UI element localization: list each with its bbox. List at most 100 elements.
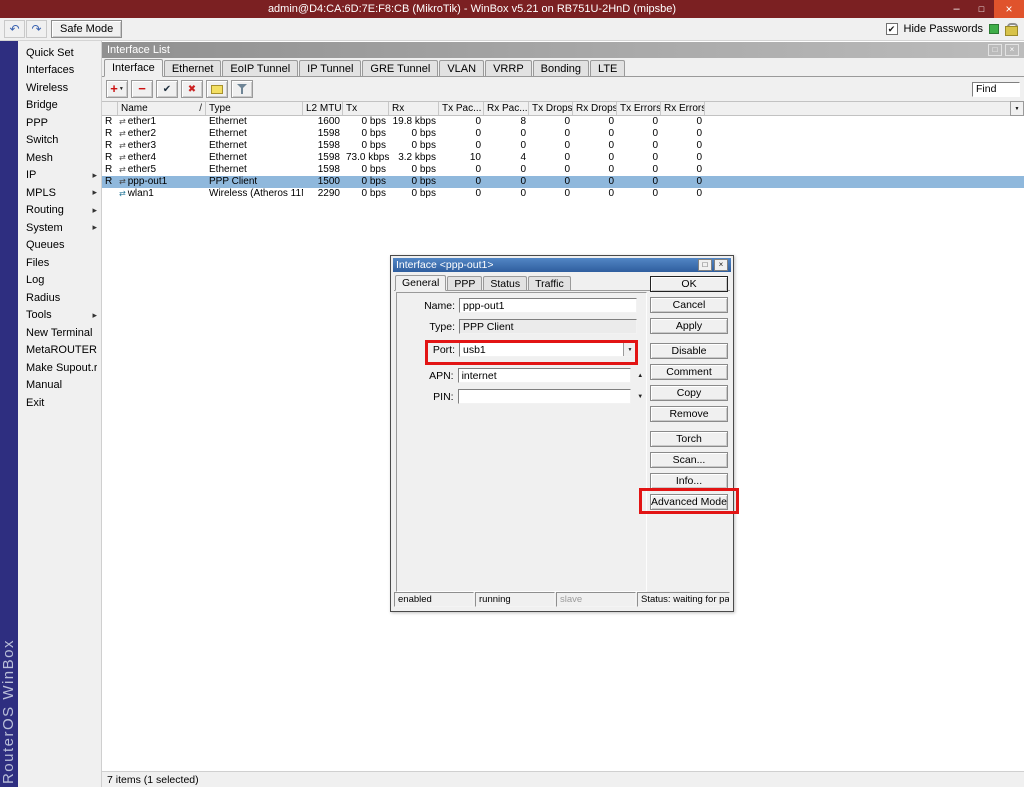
interface-row-wlan1[interactable]: ⇄wlan1Wireless (Atheros 11N)22900 bps0 b… [102,188,1024,200]
connection-status-icon [989,24,999,34]
remove-interface-button[interactable]: − [131,80,153,98]
cell-tx_errors: 0 [617,164,661,176]
disable-button[interactable]: Disable [650,343,728,359]
torch-button[interactable]: Torch [650,431,728,447]
interface-row-ether2[interactable]: R⇄ether2Ethernet15980 bps0 bps000000 [102,128,1024,140]
dialog-close-button[interactable]: × [714,259,728,271]
expand-section-button[interactable]: ▼ [634,394,646,400]
dialog-tab-status[interactable]: Status [483,276,527,290]
port-select[interactable]: usb1 ▼ [459,342,637,357]
cell-rx_errors: 0 [661,176,705,188]
sidebar-item-manual[interactable]: Manual [18,377,101,395]
dialog-titlebar[interactable]: Interface <ppp-out1> □ × [393,258,731,272]
sidebar-item-metarouter[interactable]: MetaROUTER [18,342,101,360]
cancel-button[interactable]: Cancel [650,297,728,313]
sidebar-item-queues[interactable]: Queues [18,237,101,255]
advanced-mode-button[interactable]: Advanced Mode [650,494,728,510]
dialog-tab-ppp[interactable]: PPP [447,276,482,290]
column-header-rx_errors[interactable]: Rx Errors [661,102,705,115]
interface-row-ether5[interactable]: R⇄ether5Ethernet15980 bps0 bps000000 [102,164,1024,176]
info-button[interactable]: Info... [650,473,728,489]
interface-row-ether1[interactable]: R⇄ether1Ethernet16000 bps19.8 kbps080000 [102,116,1024,128]
sidebar-item-interfaces[interactable]: Interfaces [18,62,101,80]
sidebar-item-new-terminal[interactable]: New Terminal [18,324,101,342]
scan-button[interactable]: Scan... [650,452,728,468]
sidebar-item-ppp[interactable]: PPP [18,114,101,132]
sidebar-item-switch[interactable]: Switch [18,132,101,150]
collapse-section-button[interactable]: ▲ [634,373,646,379]
interface-row-ether3[interactable]: R⇄ether3Ethernet15980 bps0 bps000000 [102,140,1024,152]
apn-input[interactable]: internet [458,368,632,383]
sidebar-item-mpls[interactable]: MPLS▸ [18,184,101,202]
column-header-tx_errors[interactable]: Tx Errors [617,102,661,115]
column-header-rx_drops[interactable]: Rx Drops [573,102,617,115]
interface-list-close-button[interactable]: × [1005,44,1019,56]
copy-button[interactable]: Copy [650,385,728,401]
column-header-flag[interactable] [102,102,118,115]
comment-button[interactable] [206,80,228,98]
column-header-name[interactable]: Name/ [118,102,206,115]
find-input[interactable]: Find [972,82,1020,97]
interface-row-ether4[interactable]: R⇄ether4Ethernet159873.0 kbps3.2 kbps104… [102,152,1024,164]
dialog-maximize-button[interactable]: □ [698,259,712,271]
enable-interface-button[interactable]: ✔ [156,80,178,98]
tab-interface[interactable]: Interface [104,59,163,77]
hide-passwords-checkbox[interactable]: ✔ [886,23,898,35]
tab-eoip-tunnel[interactable]: EoIP Tunnel [222,60,298,76]
minimize-button[interactable]: – [944,0,969,18]
column-header-l2mtu[interactable]: L2 MTU [303,102,343,115]
dialog-tab-traffic[interactable]: Traffic [528,276,571,290]
back-button[interactable]: ↶ [4,20,25,38]
titlebar[interactable]: admin@D4:CA:6D:7E:F8:CB (MikroTik) - Win… [0,0,1024,18]
sidebar-item-ip[interactable]: IP▸ [18,167,101,185]
dialog-tab-general[interactable]: General [395,275,446,291]
sidebar-item-exit[interactable]: Exit [18,394,101,412]
filter-button[interactable] [231,80,253,98]
tab-gre-tunnel[interactable]: GRE Tunnel [362,60,438,76]
sidebar-item-routing[interactable]: Routing▸ [18,202,101,220]
close-button[interactable]: × [994,0,1024,18]
add-interface-button[interactable]: + ▼ [106,80,128,98]
pin-input[interactable] [458,389,632,404]
sidebar-item-mesh[interactable]: Mesh [18,149,101,167]
maximize-button[interactable]: □ [969,0,994,18]
ok-button[interactable]: OK [650,276,728,292]
comment-button[interactable]: Comment [650,364,728,380]
column-header-type[interactable]: Type [206,102,303,115]
column-header-tx[interactable]: Tx [343,102,389,115]
name-input[interactable]: ppp-out1 [459,298,637,313]
sidebar-item-system[interactable]: System▸ [18,219,101,237]
tab-ethernet[interactable]: Ethernet [164,60,222,76]
sidebar-item-log[interactable]: Log [18,272,101,290]
column-header-label: Rx [392,103,404,114]
remove-button[interactable]: Remove [650,406,728,422]
tab-lte[interactable]: LTE [590,60,625,76]
column-header-tx_pac[interactable]: Tx Pac... [439,102,484,115]
column-header-rx_pac[interactable]: Rx Pac... [484,102,529,115]
column-header-tx_drops[interactable]: Tx Drops [529,102,573,115]
tab-vlan[interactable]: VLAN [439,60,484,76]
interface-list-restore-button[interactable]: □ [988,44,1002,56]
interface-list-titlebar[interactable]: Interface List □ × [102,42,1024,58]
tab-ip-tunnel[interactable]: IP Tunnel [299,60,361,76]
sidebar-item-make-supout-rif[interactable]: Make Supout.rif [18,359,101,377]
tab-bonding[interactable]: Bonding [533,60,589,76]
apply-button[interactable]: Apply [650,318,728,334]
port-dropdown-button[interactable]: ▼ [623,343,636,356]
column-header-label: Tx [346,103,357,114]
disable-interface-button[interactable]: ✖ [181,80,203,98]
column-header-rx[interactable]: Rx [389,102,439,115]
tab-vrrp[interactable]: VRRP [485,60,532,76]
sidebar-item-quick-set[interactable]: Quick Set [18,44,101,62]
sidebar-item-tools[interactable]: Tools▸ [18,307,101,325]
ppp-interface-icon: ⇄ [119,178,126,186]
sidebar-item-files[interactable]: Files [18,254,101,272]
safe-mode-button[interactable]: Safe Mode [51,20,122,38]
cell-type: Ethernet [206,140,303,152]
sidebar-item-wireless[interactable]: Wireless [18,79,101,97]
forward-button[interactable]: ↷ [26,20,47,38]
interface-row-ppp-out1[interactable]: R⇄ppp-out1PPP Client15000 bps0 bps000000 [102,176,1024,188]
column-picker-button[interactable]: ▼ [1010,101,1024,116]
sidebar-item-bridge[interactable]: Bridge [18,97,101,115]
sidebar-item-radius[interactable]: Radius [18,289,101,307]
